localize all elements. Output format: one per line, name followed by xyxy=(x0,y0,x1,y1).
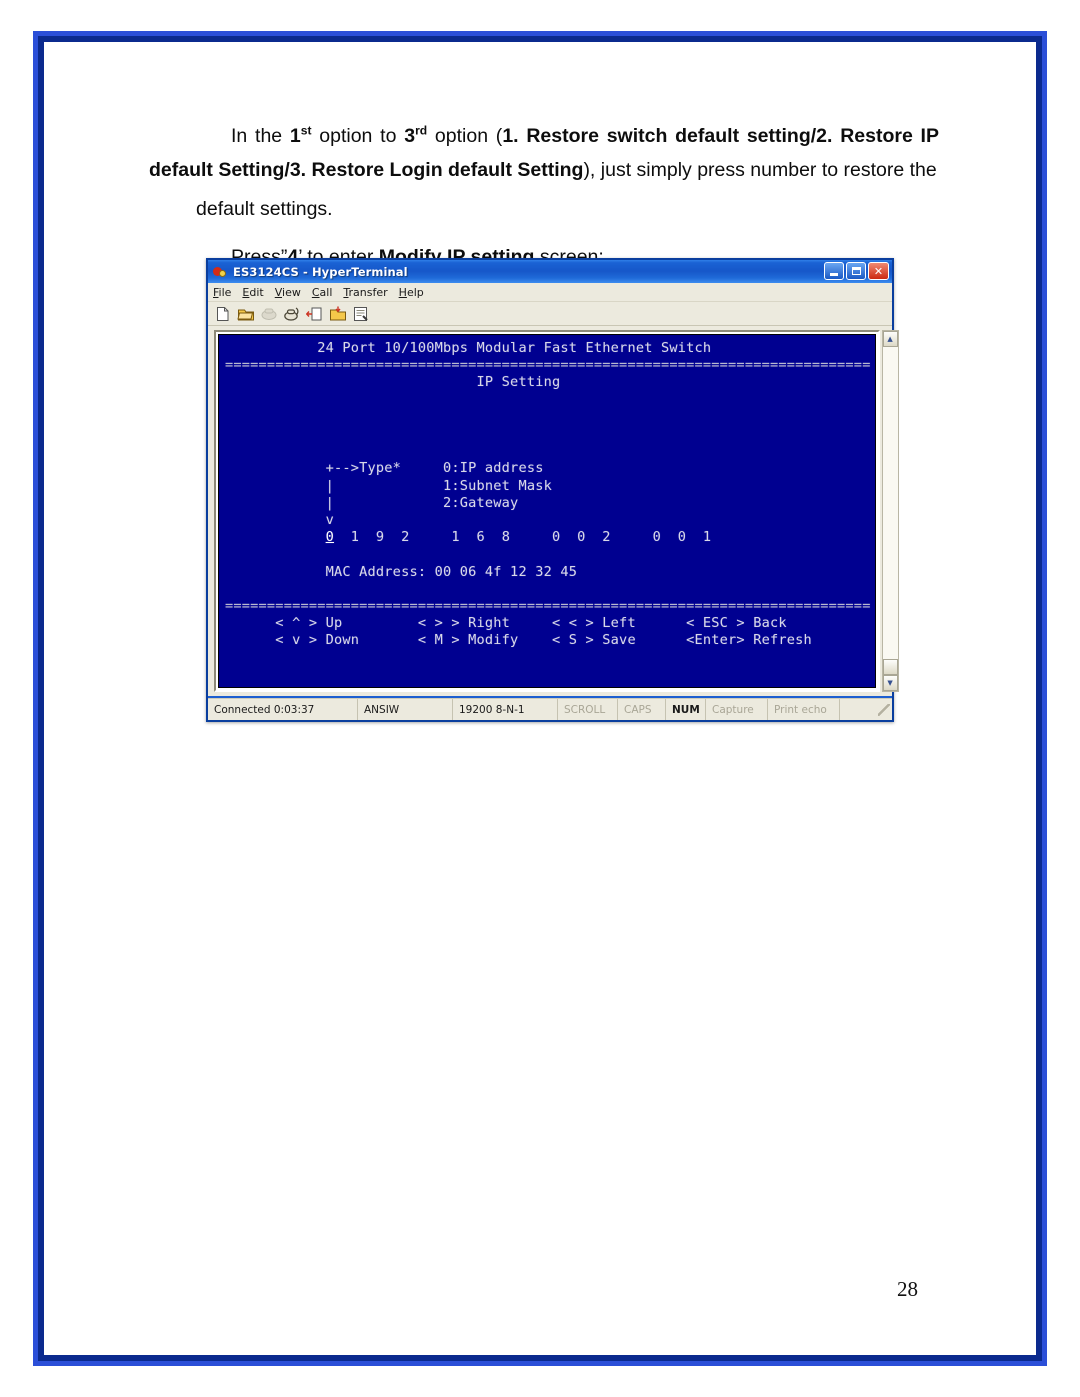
minimize-button[interactable] xyxy=(824,262,844,280)
status-print-echo-indicator: Print echo xyxy=(768,699,840,720)
terminal-tree-line-1: +-->Type* 0:IP address xyxy=(225,460,544,477)
hyperterminal-app-icon xyxy=(213,264,228,279)
terminal-bevel: 24 Port 10/100Mbps Modular Fast Ethernet… xyxy=(214,330,880,692)
window-titlebar[interactable]: ES3124CS - HyperTerminal ✕ xyxy=(208,260,892,283)
menu-file-rest: ile xyxy=(218,285,232,299)
maximize-button[interactable] xyxy=(846,262,866,280)
menu-item-view[interactable]: View xyxy=(275,286,301,299)
call-icon[interactable] xyxy=(283,305,301,323)
para1-seg1: In the xyxy=(231,125,290,147)
page-border-inner: In the 1st option to 3rd option (1. Rest… xyxy=(38,36,1042,1361)
paragraph-default-settings: default settings. xyxy=(196,198,333,221)
scroll-down-arrow-icon[interactable]: ▼ xyxy=(882,675,898,691)
terminal-client-area: 24 Port 10/100Mbps Modular Fast Ethernet… xyxy=(208,326,899,696)
menu-call-rest: all xyxy=(319,285,333,299)
menu-help-rest: elp xyxy=(406,285,424,299)
menu-view-rest: iew xyxy=(282,285,301,299)
scrollbar-track[interactable] xyxy=(882,347,898,659)
status-line-settings: 19200 8-N-1 xyxy=(453,699,558,720)
terminal-rule-bottom: ========================================… xyxy=(225,598,871,615)
terminal-ip-row-rest: 1 9 2 1 6 8 0 0 2 0 0 1 xyxy=(334,529,712,546)
terminal-tree-line-4: v xyxy=(225,512,334,529)
status-scroll-indicator: SCROLL xyxy=(558,699,618,720)
disconnect-icon xyxy=(260,305,278,323)
window-title: ES3124CS - HyperTerminal xyxy=(233,264,408,279)
scrollbar-thumb[interactable] xyxy=(882,659,898,675)
menu-item-edit[interactable]: Edit xyxy=(242,286,263,299)
toolbar xyxy=(208,302,892,326)
menu-item-file[interactable]: File xyxy=(213,286,231,299)
paragraph-restore-options: In the 1st option to 3rd option (1. Rest… xyxy=(149,120,939,187)
terminal-screen[interactable]: 24 Port 10/100Mbps Modular Fast Ethernet… xyxy=(218,334,876,688)
para1-seg3: option to xyxy=(311,125,405,147)
close-button[interactable]: ✕ xyxy=(868,262,889,280)
terminal-keys-line-2: < v > Down < M > Modify < S > Save <Ente… xyxy=(225,632,812,649)
menu-call-mnemonic: C xyxy=(311,285,320,299)
terminal-ip-cursor-digit[interactable]: 0 xyxy=(326,529,334,545)
status-connected: Connected 0:03:37 xyxy=(208,699,358,720)
menu-edit-rest: dit xyxy=(249,285,264,299)
terminal-rule-top: ========================================… xyxy=(225,357,871,374)
terminal-mac-line: MAC Address: 00 06 4f 12 32 45 xyxy=(225,563,578,580)
status-num-indicator: NUM xyxy=(666,699,706,720)
para1-seg7: ), just simply press number to restore t… xyxy=(583,158,937,181)
menu-help-mnemonic: H xyxy=(398,285,407,299)
receive-file-icon[interactable] xyxy=(329,305,347,323)
page-number: 28 xyxy=(897,1277,918,1301)
page-border-outer: In the 1st option to 3rd option (1. Rest… xyxy=(33,31,1047,1366)
menu-view-mnemonic: V xyxy=(274,285,283,299)
terminal-subtitle: IP Setting xyxy=(225,374,561,391)
para1-ordinal-first: 1 xyxy=(289,125,301,147)
terminal-ip-row-indent xyxy=(225,529,326,545)
para1-ordinal-first-suffix: st xyxy=(300,123,312,138)
properties-icon[interactable] xyxy=(352,305,370,323)
window-controls: ✕ xyxy=(824,262,889,280)
status-filler xyxy=(840,699,878,720)
terminal-keys-line-1: < ^ > Up < > > Right < < > Left < ESC > … xyxy=(225,615,787,632)
terminal-tree-line-2: | 1:Subnet Mask xyxy=(225,477,552,494)
para1-ordinal-third: 3 xyxy=(404,125,416,147)
terminal-tree-line-3: | 2:Gateway xyxy=(225,494,519,511)
status-bar: Connected 0:03:37 ANSIW 19200 8-N-1 SCRO… xyxy=(208,698,892,720)
menu-item-call[interactable]: Call xyxy=(312,286,333,299)
resize-grip-icon[interactable] xyxy=(878,703,890,716)
status-caps-indicator: CAPS xyxy=(618,699,666,720)
status-emulation: ANSIW xyxy=(358,699,453,720)
vertical-scrollbar[interactable]: ▲ ▼ xyxy=(881,330,899,692)
menu-bar: File Edit View Call Transfer Help xyxy=(208,283,892,302)
para1-ordinal-third-suffix: rd xyxy=(415,123,428,138)
scroll-up-arrow-icon[interactable]: ▲ xyxy=(882,331,898,347)
para1-seg5: option ( xyxy=(427,125,503,147)
menu-item-help[interactable]: Help xyxy=(399,286,424,299)
open-icon[interactable] xyxy=(237,305,255,323)
send-file-icon[interactable] xyxy=(305,305,324,323)
menu-transfer-rest: ransfer xyxy=(348,285,388,299)
new-connection-icon[interactable] xyxy=(214,305,232,323)
document-body: In the 1st option to 3rd option (1. Rest… xyxy=(149,120,939,274)
terminal-text: 24 Port 10/100Mbps Modular Fast Ethernet… xyxy=(219,335,875,650)
terminal-header-line: 24 Port 10/100Mbps Modular Fast Ethernet… xyxy=(225,340,712,356)
status-capture-indicator: Capture xyxy=(706,699,768,720)
hyperterminal-window: ES3124CS - HyperTerminal ✕ File Edit Vie… xyxy=(206,258,899,722)
menu-item-transfer[interactable]: Transfer xyxy=(343,286,387,299)
